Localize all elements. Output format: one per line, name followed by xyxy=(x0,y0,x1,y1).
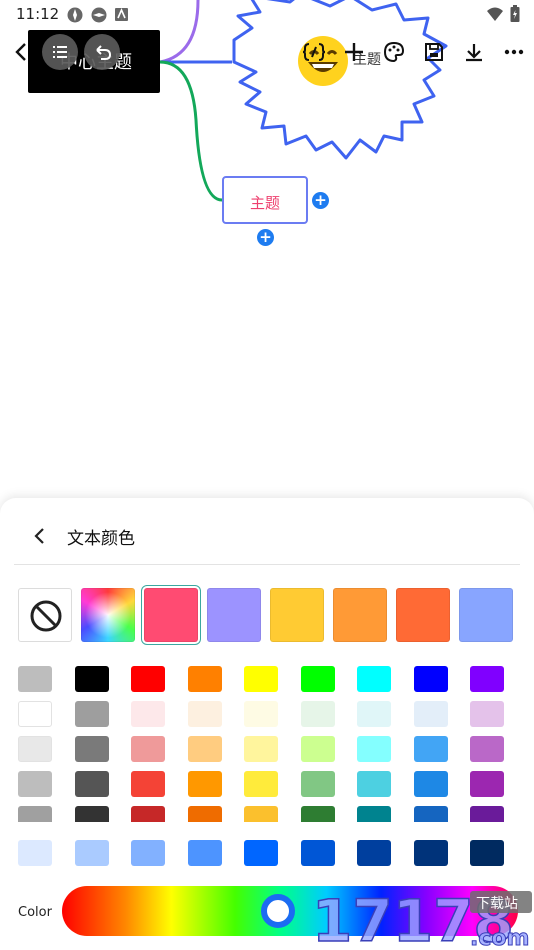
format-brackets-icon xyxy=(302,43,326,61)
color-swatch[interactable] xyxy=(18,701,52,727)
color-swatch[interactable] xyxy=(413,840,448,866)
color-swatch[interactable] xyxy=(300,701,335,727)
color-swatch[interactable] xyxy=(74,736,109,762)
mindmap-canvas[interactable]: 中心主题 主题 主题 + + xyxy=(0,0,534,500)
color-swatch[interactable] xyxy=(244,771,278,797)
top-toolbar xyxy=(0,34,534,74)
add-icon xyxy=(345,43,363,61)
color-swatch[interactable] xyxy=(413,736,448,762)
sheet-back-button[interactable] xyxy=(26,522,54,550)
color-swatch[interactable] xyxy=(357,666,391,692)
color-swatch[interactable] xyxy=(357,771,391,797)
color-swatch[interactable] xyxy=(18,840,52,866)
color-slider-label: Color xyxy=(18,905,52,920)
download-icon xyxy=(466,44,482,62)
topic-node[interactable]: 主题 xyxy=(222,176,308,224)
color-swatch[interactable] xyxy=(470,840,504,866)
add-topic-button[interactable] xyxy=(336,34,372,70)
color-swatch[interactable] xyxy=(74,806,109,822)
color-swatch[interactable] xyxy=(470,736,504,762)
color-swatch[interactable] xyxy=(131,701,165,727)
color-swatch[interactable] xyxy=(187,840,222,866)
preset-color-none[interactable] xyxy=(18,588,72,642)
outline-list-icon xyxy=(53,46,67,58)
color-swatch[interactable] xyxy=(74,701,109,727)
color-swatch[interactable] xyxy=(131,736,165,762)
color-swatch[interactable] xyxy=(187,771,222,797)
color-swatch[interactable] xyxy=(244,666,278,692)
add-sibling-topic-button[interactable]: + xyxy=(312,192,329,209)
color-swatch[interactable] xyxy=(300,736,335,762)
chevron-left-icon xyxy=(34,528,44,544)
color-swatch[interactable] xyxy=(18,666,52,692)
preset-color-periwinkle[interactable] xyxy=(459,588,513,642)
color-swatch[interactable] xyxy=(413,771,448,797)
color-swatch[interactable] xyxy=(470,666,504,692)
preset-color-custom-gradient[interactable] xyxy=(81,588,135,642)
site-watermark: 17178 下载站 .com xyxy=(311,886,532,950)
color-swatch[interactable] xyxy=(244,806,278,822)
undo-button[interactable] xyxy=(84,34,120,70)
more-icon xyxy=(504,49,524,55)
color-swatch[interactable] xyxy=(357,736,391,762)
add-child-topic-button[interactable]: + xyxy=(257,229,274,246)
back-arrow-icon xyxy=(15,43,26,61)
color-swatch[interactable] xyxy=(413,666,448,692)
format-button[interactable] xyxy=(296,34,332,70)
color-swatch[interactable] xyxy=(187,736,222,762)
download-button[interactable] xyxy=(456,34,492,70)
color-swatch[interactable] xyxy=(357,806,391,822)
color-swatch[interactable] xyxy=(413,701,448,727)
color-swatch[interactable] xyxy=(300,771,335,797)
theme-button[interactable] xyxy=(376,34,412,70)
color-swatch[interactable] xyxy=(244,736,278,762)
sheet-header: 文本颜色 xyxy=(18,520,518,550)
watermark-tag: 下载站 xyxy=(476,896,518,912)
color-swatch[interactable] xyxy=(470,771,504,797)
sheet-divider xyxy=(14,564,520,565)
color-swatch[interactable] xyxy=(187,701,222,727)
preset-color-lavender[interactable] xyxy=(207,588,261,642)
topic-node-label: 主题 xyxy=(249,194,280,212)
color-swatch[interactable] xyxy=(131,806,165,822)
color-swatch[interactable] xyxy=(300,840,335,866)
color-swatch[interactable] xyxy=(131,666,165,692)
back-button[interactable] xyxy=(4,34,40,70)
color-swatch[interactable] xyxy=(18,736,52,762)
color-swatch[interactable] xyxy=(187,666,222,692)
color-swatch[interactable] xyxy=(413,806,448,822)
color-swatch[interactable] xyxy=(244,840,278,866)
preset-color-amber[interactable] xyxy=(270,588,324,642)
palette-icon xyxy=(383,41,405,63)
hue-slider-thumb[interactable] xyxy=(261,894,295,928)
color-swatch[interactable] xyxy=(470,701,504,727)
color-swatch[interactable] xyxy=(18,806,52,822)
no-color-icon xyxy=(30,600,62,632)
color-swatch[interactable] xyxy=(18,771,52,797)
branch-connector-green xyxy=(159,60,223,202)
color-swatch[interactable] xyxy=(244,701,278,727)
color-swatch[interactable] xyxy=(131,771,165,797)
color-swatch[interactable] xyxy=(357,701,391,727)
preset-color-deep-orange[interactable] xyxy=(396,588,450,642)
color-swatch[interactable] xyxy=(470,806,504,822)
outline-button[interactable] xyxy=(42,34,78,70)
preset-color-orange[interactable] xyxy=(333,588,387,642)
color-swatch[interactable] xyxy=(187,806,222,822)
color-swatch[interactable] xyxy=(300,806,335,822)
color-swatch[interactable] xyxy=(131,840,165,866)
undo-icon xyxy=(96,45,112,60)
color-swatch[interactable] xyxy=(74,771,109,797)
color-swatch[interactable] xyxy=(74,840,109,866)
preset-color-pink[interactable] xyxy=(144,588,198,642)
color-swatch[interactable] xyxy=(357,840,391,866)
watermark-domain: .com xyxy=(470,926,529,950)
save-button[interactable] xyxy=(416,34,452,70)
text-color-sheet: 文本颜色 Color 17178 下载站 .com xyxy=(0,498,534,950)
sheet-title: 文本颜色 xyxy=(67,529,135,549)
save-icon xyxy=(425,43,443,61)
more-button[interactable] xyxy=(496,34,532,70)
color-swatch[interactable] xyxy=(74,666,109,692)
color-swatch[interactable] xyxy=(300,666,335,692)
